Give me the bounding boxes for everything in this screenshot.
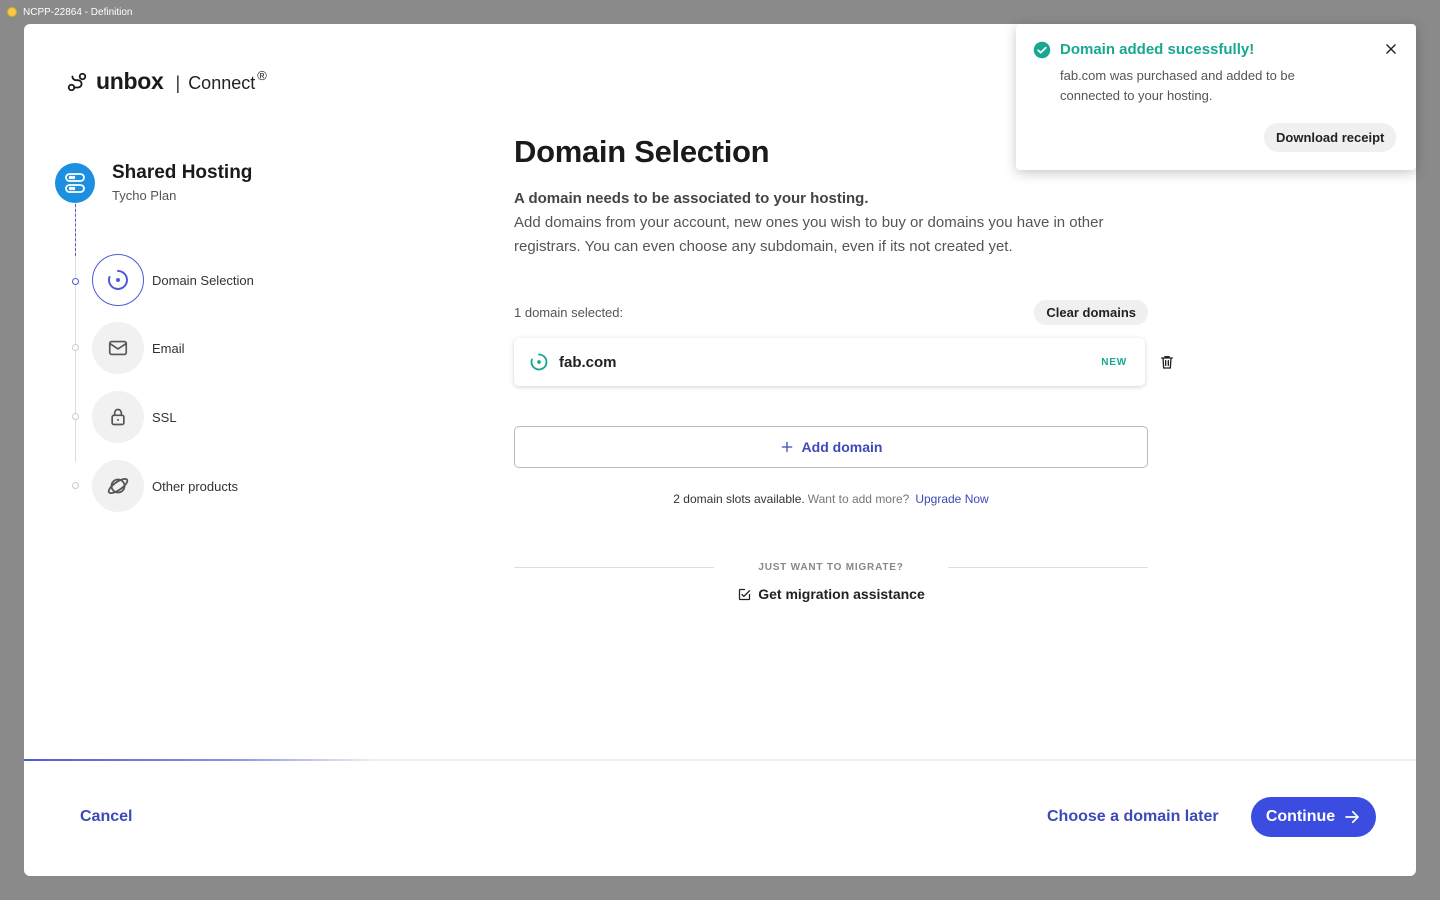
lead-text: A domain needs to be associated to your … <box>514 190 869 207</box>
cancel-button[interactable]: Cancel <box>80 808 132 826</box>
planet-icon <box>92 460 144 512</box>
mail-icon <box>92 322 144 374</box>
continue-button[interactable]: Continue <box>1251 797 1376 837</box>
brand-name: unbox <box>96 68 164 94</box>
domain-status-icon <box>530 353 548 371</box>
stepper-rail-progress <box>75 204 76 256</box>
progress-fill <box>24 759 372 761</box>
arrow-right-icon <box>1345 810 1359 824</box>
migrate-divider: JUST WANT TO MIGRATE? <box>514 562 1148 573</box>
selection-header: 1 domain selected: Clear domains <box>514 300 1148 325</box>
plan-subtitle: Tycho Plan <box>112 188 177 203</box>
plan-title: Shared Hosting <box>112 162 253 183</box>
selected-count: 1 domain selected: <box>514 305 624 320</box>
migration-assistance-link[interactable]: Get migration assistance <box>514 586 1148 602</box>
window-status-dot <box>7 7 17 17</box>
upgrade-link[interactable]: Upgrade Now <box>915 492 988 506</box>
brand-separator: | <box>175 73 181 93</box>
step-node-email <box>72 344 79 351</box>
new-badge: NEW <box>1101 356 1127 368</box>
target-icon <box>92 254 144 306</box>
step-label: Other products <box>152 478 238 494</box>
step-label: SSL <box>152 409 177 425</box>
toast-message: fab.com was purchased and added to be co… <box>1060 68 1295 103</box>
product-name: Connect <box>188 73 256 93</box>
unbox-logo-icon <box>67 72 87 91</box>
slots-prompt: Want to add more? <box>807 492 910 506</box>
divider-line <box>948 567 1148 568</box>
domain-name: fab.com <box>559 353 617 371</box>
add-domain-label: Add domain <box>801 439 883 455</box>
trash-icon[interactable] <box>1159 354 1175 370</box>
step-node-ssl <box>72 413 79 420</box>
lock-icon <box>92 391 144 443</box>
logo: unbox | Connect ® <box>66 68 267 95</box>
step-other-products[interactable]: Other products <box>92 460 238 512</box>
step-label: Email <box>152 340 185 356</box>
plus-icon <box>781 441 792 453</box>
slots-info: 2 domain slots available. Want to add mor… <box>514 492 1148 506</box>
check-circle-icon <box>1033 41 1051 59</box>
migrate-label: Get migration assistance <box>758 586 925 602</box>
server-icon <box>55 163 95 203</box>
add-domain-button[interactable]: Add domain <box>514 426 1148 468</box>
window-title: NCPP-22864 - Definition <box>23 6 133 18</box>
step-label: Domain Selection <box>152 272 254 288</box>
progress-bar <box>24 759 1416 761</box>
registered-mark: ® <box>257 68 267 83</box>
checkbox-edit-icon <box>739 588 751 600</box>
description-text: Add domains from your account, new ones … <box>514 214 1104 255</box>
step-domain-selection[interactable]: Domain Selection <box>92 254 254 306</box>
close-icon[interactable] <box>1384 42 1398 56</box>
choose-later-button[interactable]: Choose a domain later <box>1047 808 1219 826</box>
download-receipt-button[interactable]: Download receipt <box>1264 123 1397 152</box>
migrate-heading: JUST WANT TO MIGRATE? <box>758 562 904 573</box>
step-ssl[interactable]: SSL <box>92 391 177 443</box>
divider-line <box>514 567 714 568</box>
window-title-bar: NCPP-22864 - Definition <box>7 5 133 19</box>
step-node-domain <box>72 278 79 285</box>
success-toast: Domain added sucessfully! fab.com was pu… <box>1016 24 1416 170</box>
step-node-other <box>72 482 79 489</box>
slots-text: 2 domain slots available. <box>673 492 805 506</box>
toast-title: Domain added sucessfully! <box>1060 41 1255 58</box>
continue-label: Continue <box>1265 808 1336 825</box>
domain-row: fab.com NEW <box>514 338 1145 386</box>
step-email[interactable]: Email <box>92 322 185 374</box>
clear-domains-button[interactable]: Clear domains <box>1034 300 1148 325</box>
